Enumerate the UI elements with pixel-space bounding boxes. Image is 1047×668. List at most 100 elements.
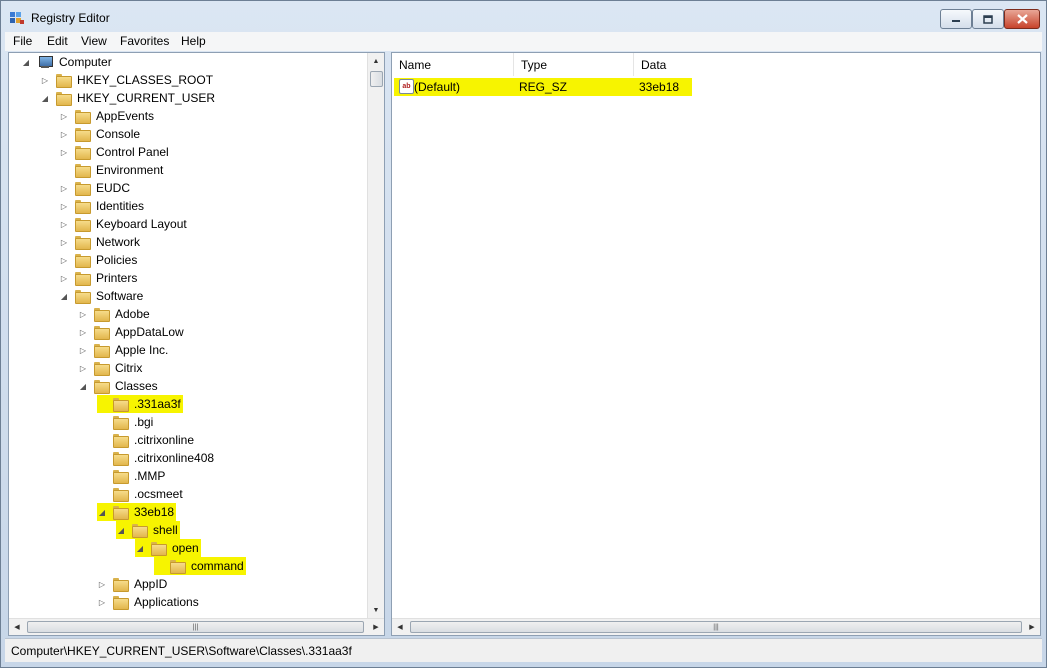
registry-editor-icon (10, 12, 24, 24)
tree-node[interactable]: ◢ Classes (78, 377, 160, 395)
title-bar[interactable]: Registry Editor (1, 1, 1046, 33)
folder-icon (113, 506, 129, 520)
values-horizontal-scrollbar[interactable]: ◀ ||| ▶ (392, 618, 1040, 635)
tree-node[interactable]: ▷ Control Panel (59, 143, 171, 161)
tree-node[interactable]: .MMP (97, 467, 167, 485)
tree-node[interactable]: ▷ Console (59, 125, 142, 143)
tree-node-label: .MMP (134, 469, 166, 483)
status-bar: Computer\HKEY_CURRENT_USER\Software\Clas… (5, 638, 1042, 662)
tree-node-label: Apple Inc. (115, 343, 169, 357)
tree-node[interactable]: ▷ Identities (59, 197, 146, 215)
tree-node[interactable]: ▷ Applications (97, 593, 201, 611)
menu-edit[interactable]: Edit (47, 34, 68, 48)
tree-node[interactable]: ▷ AppID (97, 575, 169, 593)
tree-vertical-scroll-thumb[interactable] (370, 71, 383, 87)
collapsed-arrow-icon[interactable]: ▷ (78, 327, 88, 337)
expanded-arrow-icon[interactable]: ◢ (59, 291, 69, 301)
collapsed-arrow-icon[interactable]: ▷ (59, 219, 69, 229)
collapsed-arrow-icon[interactable]: ▷ (59, 273, 69, 283)
tree-node[interactable]: ▷ AppEvents (59, 107, 156, 125)
collapsed-arrow-icon[interactable]: ▷ (78, 363, 88, 373)
tree-node[interactable]: ◢ 33eb18 (97, 503, 177, 521)
folder-icon (113, 578, 129, 592)
value-row-default[interactable]: ab (Default) REG_SZ 33eb18 (394, 78, 692, 96)
menu-file[interactable]: File (13, 34, 32, 48)
scroll-right-arrow-icon[interactable]: ▶ (1024, 619, 1040, 635)
string-value-icon: ab (399, 79, 414, 94)
minimize-button[interactable] (940, 9, 972, 29)
collapsed-arrow-icon[interactable]: ▷ (59, 111, 69, 121)
tree-node[interactable]: ◢ HKEY_CURRENT_USER (40, 89, 217, 107)
tree-horizontal-scrollbar[interactable]: ◀ ||| ▶ (9, 618, 384, 635)
expanded-arrow-icon[interactable]: ◢ (21, 57, 31, 67)
tree-node[interactable]: ▷ Adobe (78, 305, 152, 323)
tree-vertical-scrollbar[interactable]: ▲ ▼ (367, 53, 384, 619)
tree-node[interactable]: .citrixonline408 (97, 449, 216, 467)
tree-node[interactable]: ▷ Keyboard Layout (59, 215, 189, 233)
collapsed-arrow-icon[interactable]: ▷ (59, 237, 69, 247)
collapsed-arrow-icon[interactable]: ▷ (59, 183, 69, 193)
collapsed-arrow-icon[interactable]: ▷ (59, 201, 69, 211)
tree-node[interactable]: ▷ Policies (59, 251, 139, 269)
collapsed-arrow-icon[interactable]: ▷ (78, 345, 88, 355)
scroll-right-arrow-icon[interactable]: ▶ (368, 619, 384, 635)
tree-node-label: .ocsmeet (134, 487, 183, 501)
tree-node[interactable]: ▷ HKEY_CLASSES_ROOT (40, 71, 215, 89)
tree-node-label: .citrixonline (134, 433, 195, 447)
close-button[interactable] (1004, 9, 1040, 29)
menu-help[interactable]: Help (181, 34, 206, 48)
expanded-arrow-icon[interactable]: ◢ (40, 93, 50, 103)
tree-node[interactable]: ▷ Printers (59, 269, 139, 287)
expanded-arrow-icon[interactable]: ◢ (78, 381, 88, 391)
value-data: 33eb18 (639, 80, 680, 94)
collapsed-arrow-icon[interactable]: ▷ (40, 75, 50, 85)
tree-node[interactable]: .ocsmeet (97, 485, 185, 503)
tree-node-label: HKEY_CLASSES_ROOT (77, 73, 214, 87)
tree-node-label: shell (153, 523, 178, 537)
scroll-left-arrow-icon[interactable]: ◀ (392, 619, 408, 635)
close-icon (1016, 14, 1028, 24)
collapsed-arrow-icon[interactable]: ▷ (59, 255, 69, 265)
folder-icon (94, 308, 110, 322)
tree-node[interactable]: Environment (59, 161, 165, 179)
tree-node[interactable]: ◢ shell (116, 521, 180, 539)
scroll-left-arrow-icon[interactable]: ◀ (9, 619, 25, 635)
menu-favorites[interactable]: Favorites (120, 34, 169, 48)
tree-node[interactable]: ▷ EUDC (59, 179, 132, 197)
tree-node[interactable]: .bgi (97, 413, 155, 431)
tree-node[interactable]: .331aa3f (97, 395, 183, 413)
tree-node-label: Control Panel (96, 145, 169, 159)
tree-node[interactable]: ▷ Citrix (78, 359, 144, 377)
tree-node[interactable]: ▷ AppDataLow (78, 323, 186, 341)
folder-icon (94, 380, 110, 394)
tree-node[interactable]: command (154, 557, 246, 575)
values-horizontal-scroll-thumb[interactable]: ||| (410, 621, 1022, 633)
values-list-pane[interactable]: Name Type Data ab (Default) REG_SZ 33eb1… (391, 52, 1041, 636)
column-header-name[interactable]: Name (392, 53, 514, 76)
collapsed-arrow-icon[interactable]: ▷ (59, 129, 69, 139)
collapsed-arrow-icon[interactable]: ▷ (97, 579, 107, 589)
tree-node[interactable]: ◢ Computer (21, 53, 114, 71)
registry-tree-pane[interactable]: ◢ Computer ▷ HKEY_CLASSES_ROOT ◢ HKEY_CURRENT… (8, 52, 385, 636)
tree-node[interactable]: ◢ Software (59, 287, 145, 305)
tree-node[interactable]: ▷ Network (59, 233, 142, 251)
tree-horizontal-scroll-thumb[interactable]: ||| (27, 621, 364, 633)
collapsed-arrow-icon[interactable]: ▷ (59, 147, 69, 157)
expanded-arrow-icon[interactable]: ◢ (116, 525, 126, 535)
menu-view[interactable]: View (81, 34, 107, 48)
collapsed-arrow-icon[interactable]: ▷ (78, 309, 88, 319)
folder-icon (113, 416, 129, 430)
column-header-data[interactable]: Data (634, 53, 1040, 76)
column-header-type[interactable]: Type (514, 53, 634, 76)
tree-node[interactable]: .citrixonline (97, 431, 196, 449)
tree-node[interactable]: ◢ open (135, 539, 201, 557)
scroll-down-arrow-icon[interactable]: ▼ (368, 602, 384, 619)
tree-node-label: Environment (96, 163, 164, 177)
tree-node[interactable]: ▷ Apple Inc. (78, 341, 170, 359)
collapsed-arrow-icon[interactable]: ▷ (97, 597, 107, 607)
expanded-arrow-icon[interactable]: ◢ (97, 507, 107, 517)
expanded-arrow-icon[interactable]: ◢ (135, 543, 145, 553)
maximize-button[interactable] (972, 9, 1004, 29)
scroll-up-arrow-icon[interactable]: ▲ (368, 53, 384, 70)
